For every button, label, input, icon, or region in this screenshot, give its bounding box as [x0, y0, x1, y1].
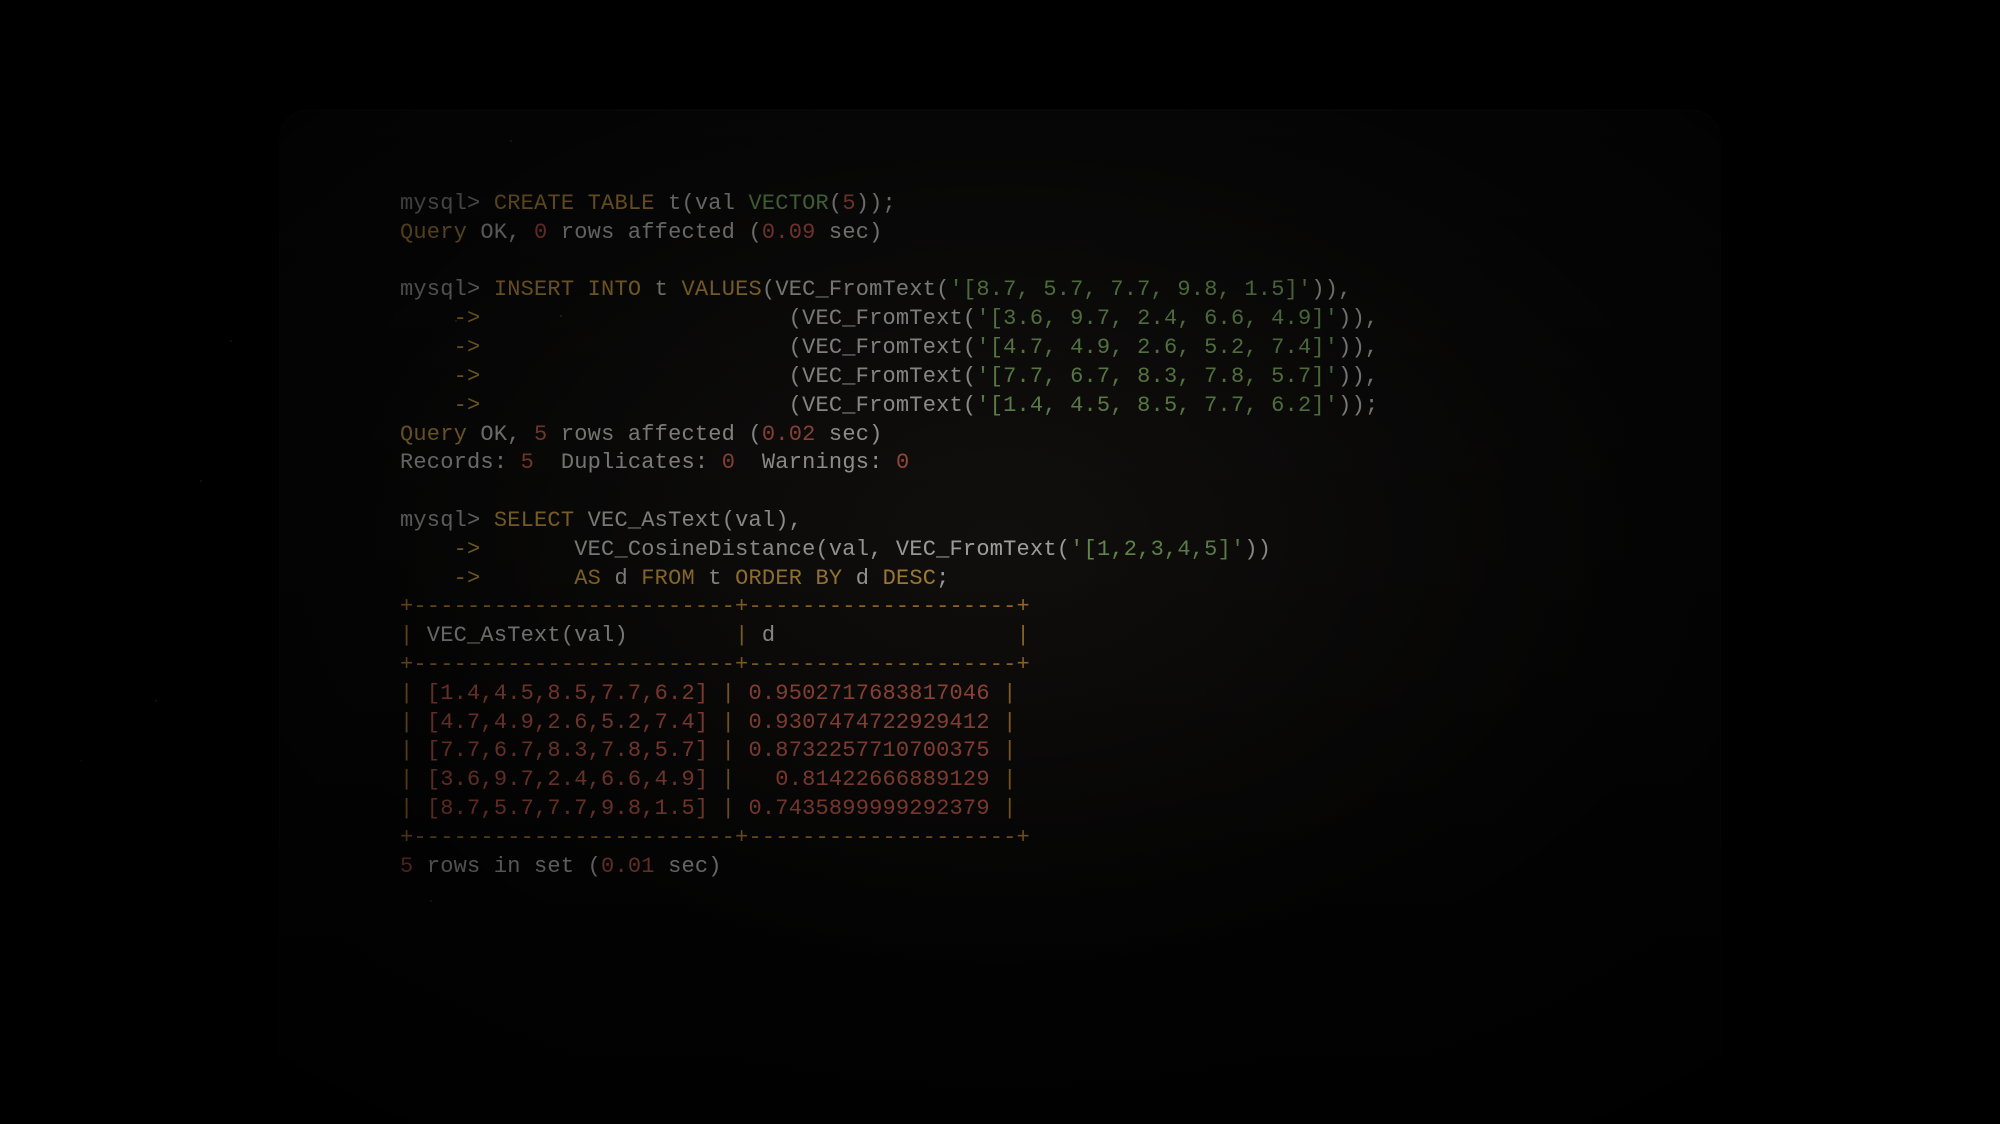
- duplicates-label: Duplicates:: [561, 450, 708, 475]
- records-label: Records:: [400, 450, 507, 475]
- keyword-desc: DESC: [883, 566, 937, 591]
- continuation-arrow: ->: [400, 537, 480, 562]
- terminal-window: mysql> CREATE TABLE t(val VECTOR(5)); Qu…: [280, 110, 1720, 1124]
- type-vector: VECTOR: [749, 191, 829, 216]
- continuation-arrow: ->: [400, 393, 480, 418]
- column-header-vec: VEC_AsText(val): [413, 623, 735, 648]
- terminal-output: mysql> CREATE TABLE t(val VECTOR(5)); Qu…: [400, 190, 1600, 882]
- keyword-create: CREATE: [494, 191, 574, 216]
- fn-astext: VEC_AsText: [588, 508, 722, 533]
- keyword-table: TABLE: [588, 191, 655, 216]
- mysql-prompt: mysql>: [400, 508, 480, 533]
- table-border: +------------------------+--------------…: [400, 652, 1030, 677]
- table-cell: 0.7435899999292379: [748, 796, 989, 821]
- table-cell: [3.6,9.7,2.4,6.6,4.9]: [427, 767, 708, 792]
- column-header-d: d: [748, 623, 1016, 648]
- keyword-insert: INSERT: [494, 277, 574, 302]
- footer-rows-count: 5: [400, 854, 413, 879]
- fn-fromtext: VEC_FromText: [775, 277, 936, 302]
- query-ok-label: Query: [400, 220, 467, 245]
- mysql-prompt: mysql>: [400, 277, 480, 302]
- fn-cosine: VEC_CosineDistance: [574, 537, 815, 562]
- table-cell: 0.9307474722929412: [748, 710, 989, 735]
- query-ok-label: Query: [400, 422, 467, 447]
- table-cell: [7.7,6.7,8.3,7.8,5.7]: [427, 738, 708, 763]
- table-cell: [1.4,4.5,8.5,7.7,6.2]: [427, 681, 708, 706]
- warnings-label: Warnings:: [762, 450, 883, 475]
- table-cell: [8.7,5.7,7.7,9.8,1.5]: [427, 796, 708, 821]
- table-cell: 0.9502717683817046: [748, 681, 989, 706]
- continuation-arrow: ->: [400, 335, 480, 360]
- keyword-order: ORDER: [735, 566, 802, 591]
- keyword-as: AS: [574, 566, 601, 591]
- continuation-arrow: ->: [400, 364, 480, 389]
- continuation-arrow: ->: [400, 566, 480, 591]
- table-cell: [4.7,4.9,2.6,5.2,7.4]: [427, 710, 708, 735]
- continuation-arrow: ->: [400, 306, 480, 331]
- keyword-into: INTO: [588, 277, 642, 302]
- keyword-values: VALUES: [681, 277, 761, 302]
- keyword-by: BY: [816, 566, 843, 591]
- table-cell: 0.81422666889129: [748, 767, 989, 792]
- table-name: t: [668, 191, 681, 216]
- mysql-prompt: mysql>: [400, 191, 480, 216]
- table-border: +------------------------+--------------…: [400, 594, 1030, 619]
- table-cell: 0.8732257710700375: [748, 738, 989, 763]
- table-border: +------------------------+--------------…: [400, 825, 1030, 850]
- keyword-select: SELECT: [494, 508, 574, 533]
- keyword-from: FROM: [641, 566, 695, 591]
